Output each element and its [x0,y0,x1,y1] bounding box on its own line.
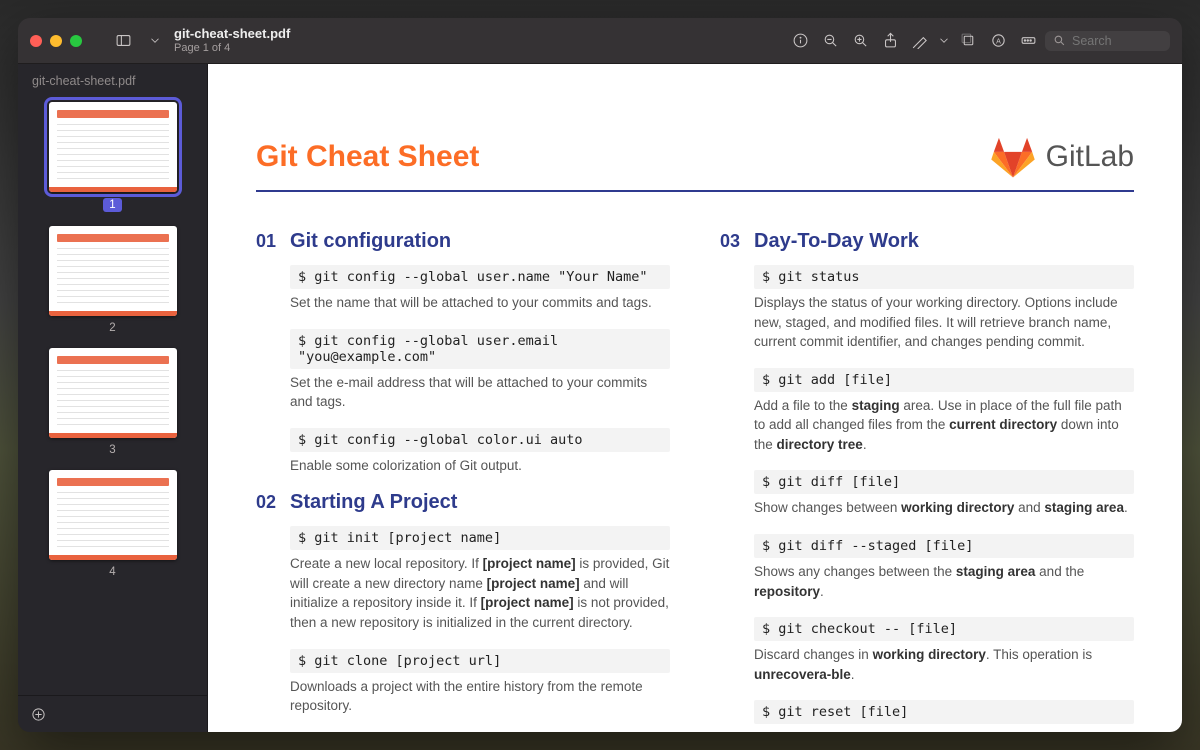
thumbnail-preview [49,102,177,192]
highlight-button[interactable]: A [985,28,1011,54]
section-number: 02 [256,492,276,513]
title-block: git-cheat-sheet.pdf Page 1 of 4 [174,27,290,55]
thumbnail-preview [49,348,177,438]
close-window-button[interactable] [30,35,42,47]
command-snippet: $ git config --global user.email "you@ex… [290,329,670,369]
body: git-cheat-sheet.pdf 1 2 3 4 Git Cheat Sheet [18,64,1182,732]
section-title: Git configuration [290,230,451,253]
cheat-item: $ git status Displays the status of your … [754,265,1134,352]
cheat-item: $ git config --global color.ui auto Enabl… [290,428,670,476]
titlebar: git-cheat-sheet.pdf Page 1 of 4 A [18,18,1182,64]
doc-title: Git Cheat Sheet [256,140,479,174]
info-button[interactable] [787,28,813,54]
markup-menu-chevron[interactable] [937,28,951,54]
toolbar: A [787,28,1170,54]
left-column: 01 Git configuration $ git config --global… [256,218,670,732]
command-snippet: $ git checkout -- [file] [754,617,1134,641]
section-number: 01 [256,231,276,252]
thumbnail-list[interactable]: 1 2 3 4 [18,94,207,695]
rotate-button[interactable] [955,28,981,54]
command-description: Revert your repository to a previous kno… [754,728,1134,732]
search-input[interactable] [1072,34,1162,48]
zoom-in-button[interactable] [847,28,873,54]
cheat-item: $ git config --global user.name "Your Na… [290,265,670,313]
page-indicator: Page 1 of 4 [174,42,290,55]
command-description: Show changes between working directory a… [754,498,1134,518]
thumbnail-preview [49,226,177,316]
header-rule [256,190,1134,192]
command-snippet: $ git add [file] [754,368,1134,392]
thumbnail-number: 4 [109,566,115,578]
sidebar-toggle-button[interactable] [110,28,136,54]
cheat-item: $ git diff [file] Show changes between wo… [754,470,1134,518]
cheat-item: $ git diff --staged [file] Shows any chan… [754,534,1134,601]
thumbnail-page-4[interactable]: 4 [49,470,177,578]
app-window: git-cheat-sheet.pdf Page 1 of 4 A git-ch… [18,18,1182,732]
document-viewport[interactable]: Git Cheat Sheet GitLab [208,64,1182,732]
command-description: Downloads a project with the entire hist… [290,677,670,716]
cheat-item: $ git clone [project url] Downloads a pro… [290,649,670,716]
thumbnail-preview [49,470,177,560]
thumbnail-page-3[interactable]: 3 [49,348,177,456]
section-title: Day-To-Day Work [754,230,919,253]
cheat-item: $ git init [project name] Create a new lo… [290,526,670,632]
sidebar-footer [18,695,207,732]
command-description: Discard changes in working directory. Th… [754,645,1134,684]
search-icon [1053,34,1066,47]
cheat-item: $ git config --global user.email "you@ex… [290,329,670,412]
gitlab-logo: GitLab [990,134,1134,180]
command-snippet: $ git config --global user.name "Your Na… [290,265,670,289]
cheat-item: $ git add [file] Add a file to the stagin… [754,368,1134,455]
minimize-window-button[interactable] [50,35,62,47]
right-column: 03 Day-To-Day Work $ git status Displays th… [720,218,1134,732]
thumbnail-page-1[interactable]: 1 [49,102,177,212]
cheat-item: $ git reset [file] Revert your repository… [754,700,1134,732]
sidebar-menu-chevron[interactable] [148,28,162,54]
command-description: Add a file to the staging area. Use in p… [754,396,1134,455]
command-description: Enable some colorization of Git output. [290,456,670,476]
section-head: 02 Starting A Project [256,491,670,514]
form-fill-button[interactable] [1015,28,1041,54]
add-page-button[interactable] [28,704,48,724]
command-snippet: $ git init [project name] [290,526,670,550]
brand-name: GitLab [1046,140,1134,174]
command-description: Shows any changes between the staging ar… [754,562,1134,601]
section-number: 03 [720,231,740,252]
command-description: Set the name that will be attached to yo… [290,293,670,313]
thumbnail-number: 2 [109,322,115,334]
zoom-window-button[interactable] [70,35,82,47]
cheat-item: $ git checkout -- [file] Discard changes … [754,617,1134,684]
search-field[interactable] [1045,31,1170,51]
thumbnail-number: 3 [109,444,115,456]
command-description: Displays the status of your working dire… [754,293,1134,352]
gitlab-icon [990,134,1036,180]
section-head: 01 Git configuration [256,230,670,253]
share-button[interactable] [877,28,903,54]
command-description: Create a new local repository. If [proje… [290,554,670,632]
command-snippet: $ git config --global color.ui auto [290,428,670,452]
command-snippet: $ git status [754,265,1134,289]
window-controls [30,35,82,47]
command-snippet: $ git diff [file] [754,470,1134,494]
zoom-out-button[interactable] [817,28,843,54]
command-snippet: $ git reset [file] [754,700,1134,724]
pdf-page-1: Git Cheat Sheet GitLab [208,64,1182,732]
section-title: Starting A Project [290,491,457,514]
markup-button[interactable] [907,28,933,54]
thumbnail-number: 1 [103,198,121,212]
document-filename: git-cheat-sheet.pdf [174,27,290,42]
thumbnail-page-2[interactable]: 2 [49,226,177,334]
command-snippet: $ git diff --staged [file] [754,534,1134,558]
svg-text:A: A [996,37,1001,45]
sidebar-filename: git-cheat-sheet.pdf [18,64,207,94]
section-head: 03 Day-To-Day Work [720,230,1134,253]
thumbnail-sidebar: git-cheat-sheet.pdf 1 2 3 4 [18,64,208,732]
command-snippet: $ git clone [project url] [290,649,670,673]
command-description: Set the e-mail address that will be atta… [290,373,670,412]
